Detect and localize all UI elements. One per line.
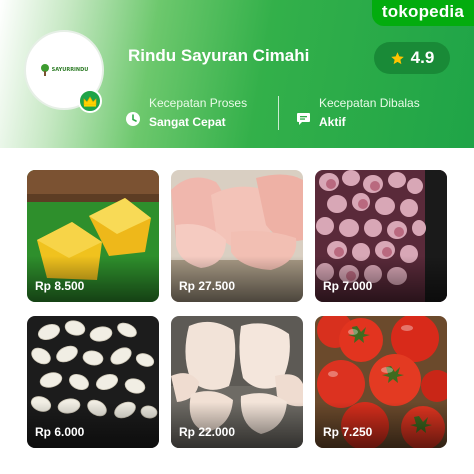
star-icon <box>390 51 404 64</box>
product-card-shallots[interactable]: Rp 7.000 <box>315 170 447 302</box>
process-speed-stat: Kecepatan Proses Sangat Cepat <box>149 96 247 129</box>
shop-page: tokopedia SAYURRINDU Rindu Sayuran Cimah… <box>0 0 474 474</box>
process-speed-label: Kecepatan Proses <box>149 96 248 110</box>
reply-speed-value: Aktif <box>319 115 346 129</box>
tree-icon <box>40 64 50 76</box>
product-card-tofu[interactable]: Rp 8.500 <box>27 170 159 302</box>
reply-speed-stat: Kecepatan Dibalas Aktif <box>319 96 420 129</box>
product-card-garlic[interactable]: Rp 6.000 <box>27 316 159 448</box>
process-speed-value: Sangat Cepat <box>149 115 226 129</box>
shop-logo: SAYURRINDU <box>40 64 89 76</box>
reply-speed-label: Kecepatan Dibalas <box>319 96 420 110</box>
rating-value: 4.9 <box>410 48 435 67</box>
shop-logo-text: SAYURRINDU <box>51 67 89 73</box>
stat-divider <box>278 96 279 130</box>
product-card-whole-chicken[interactable]: Rp 22.000 <box>171 316 303 448</box>
product-price: Rp 7.250 <box>323 425 373 439</box>
product-price: Rp 8.500 <box>35 279 85 293</box>
product-card-chicken-thigh[interactable]: Rp 27.500 <box>171 170 303 302</box>
product-price: Rp 27.500 <box>179 279 236 293</box>
tokopedia-logo[interactable]: tokopedia <box>371 0 474 26</box>
clock-icon <box>126 112 140 131</box>
product-price: Rp 7.000 <box>323 279 373 293</box>
shop-header: tokopedia SAYURRINDU Rindu Sayuran Cimah… <box>0 0 474 148</box>
chat-icon <box>296 112 311 131</box>
product-card-tomatoes[interactable]: Rp 7.250 <box>315 316 447 448</box>
rating-badge[interactable]: 4.9 <box>374 42 450 74</box>
crown-badge-icon <box>78 89 102 113</box>
product-price: Rp 6.000 <box>35 425 85 439</box>
shop-name: Rindu Sayuran Cimahi <box>128 46 310 65</box>
product-price: Rp 22.000 <box>179 425 236 439</box>
